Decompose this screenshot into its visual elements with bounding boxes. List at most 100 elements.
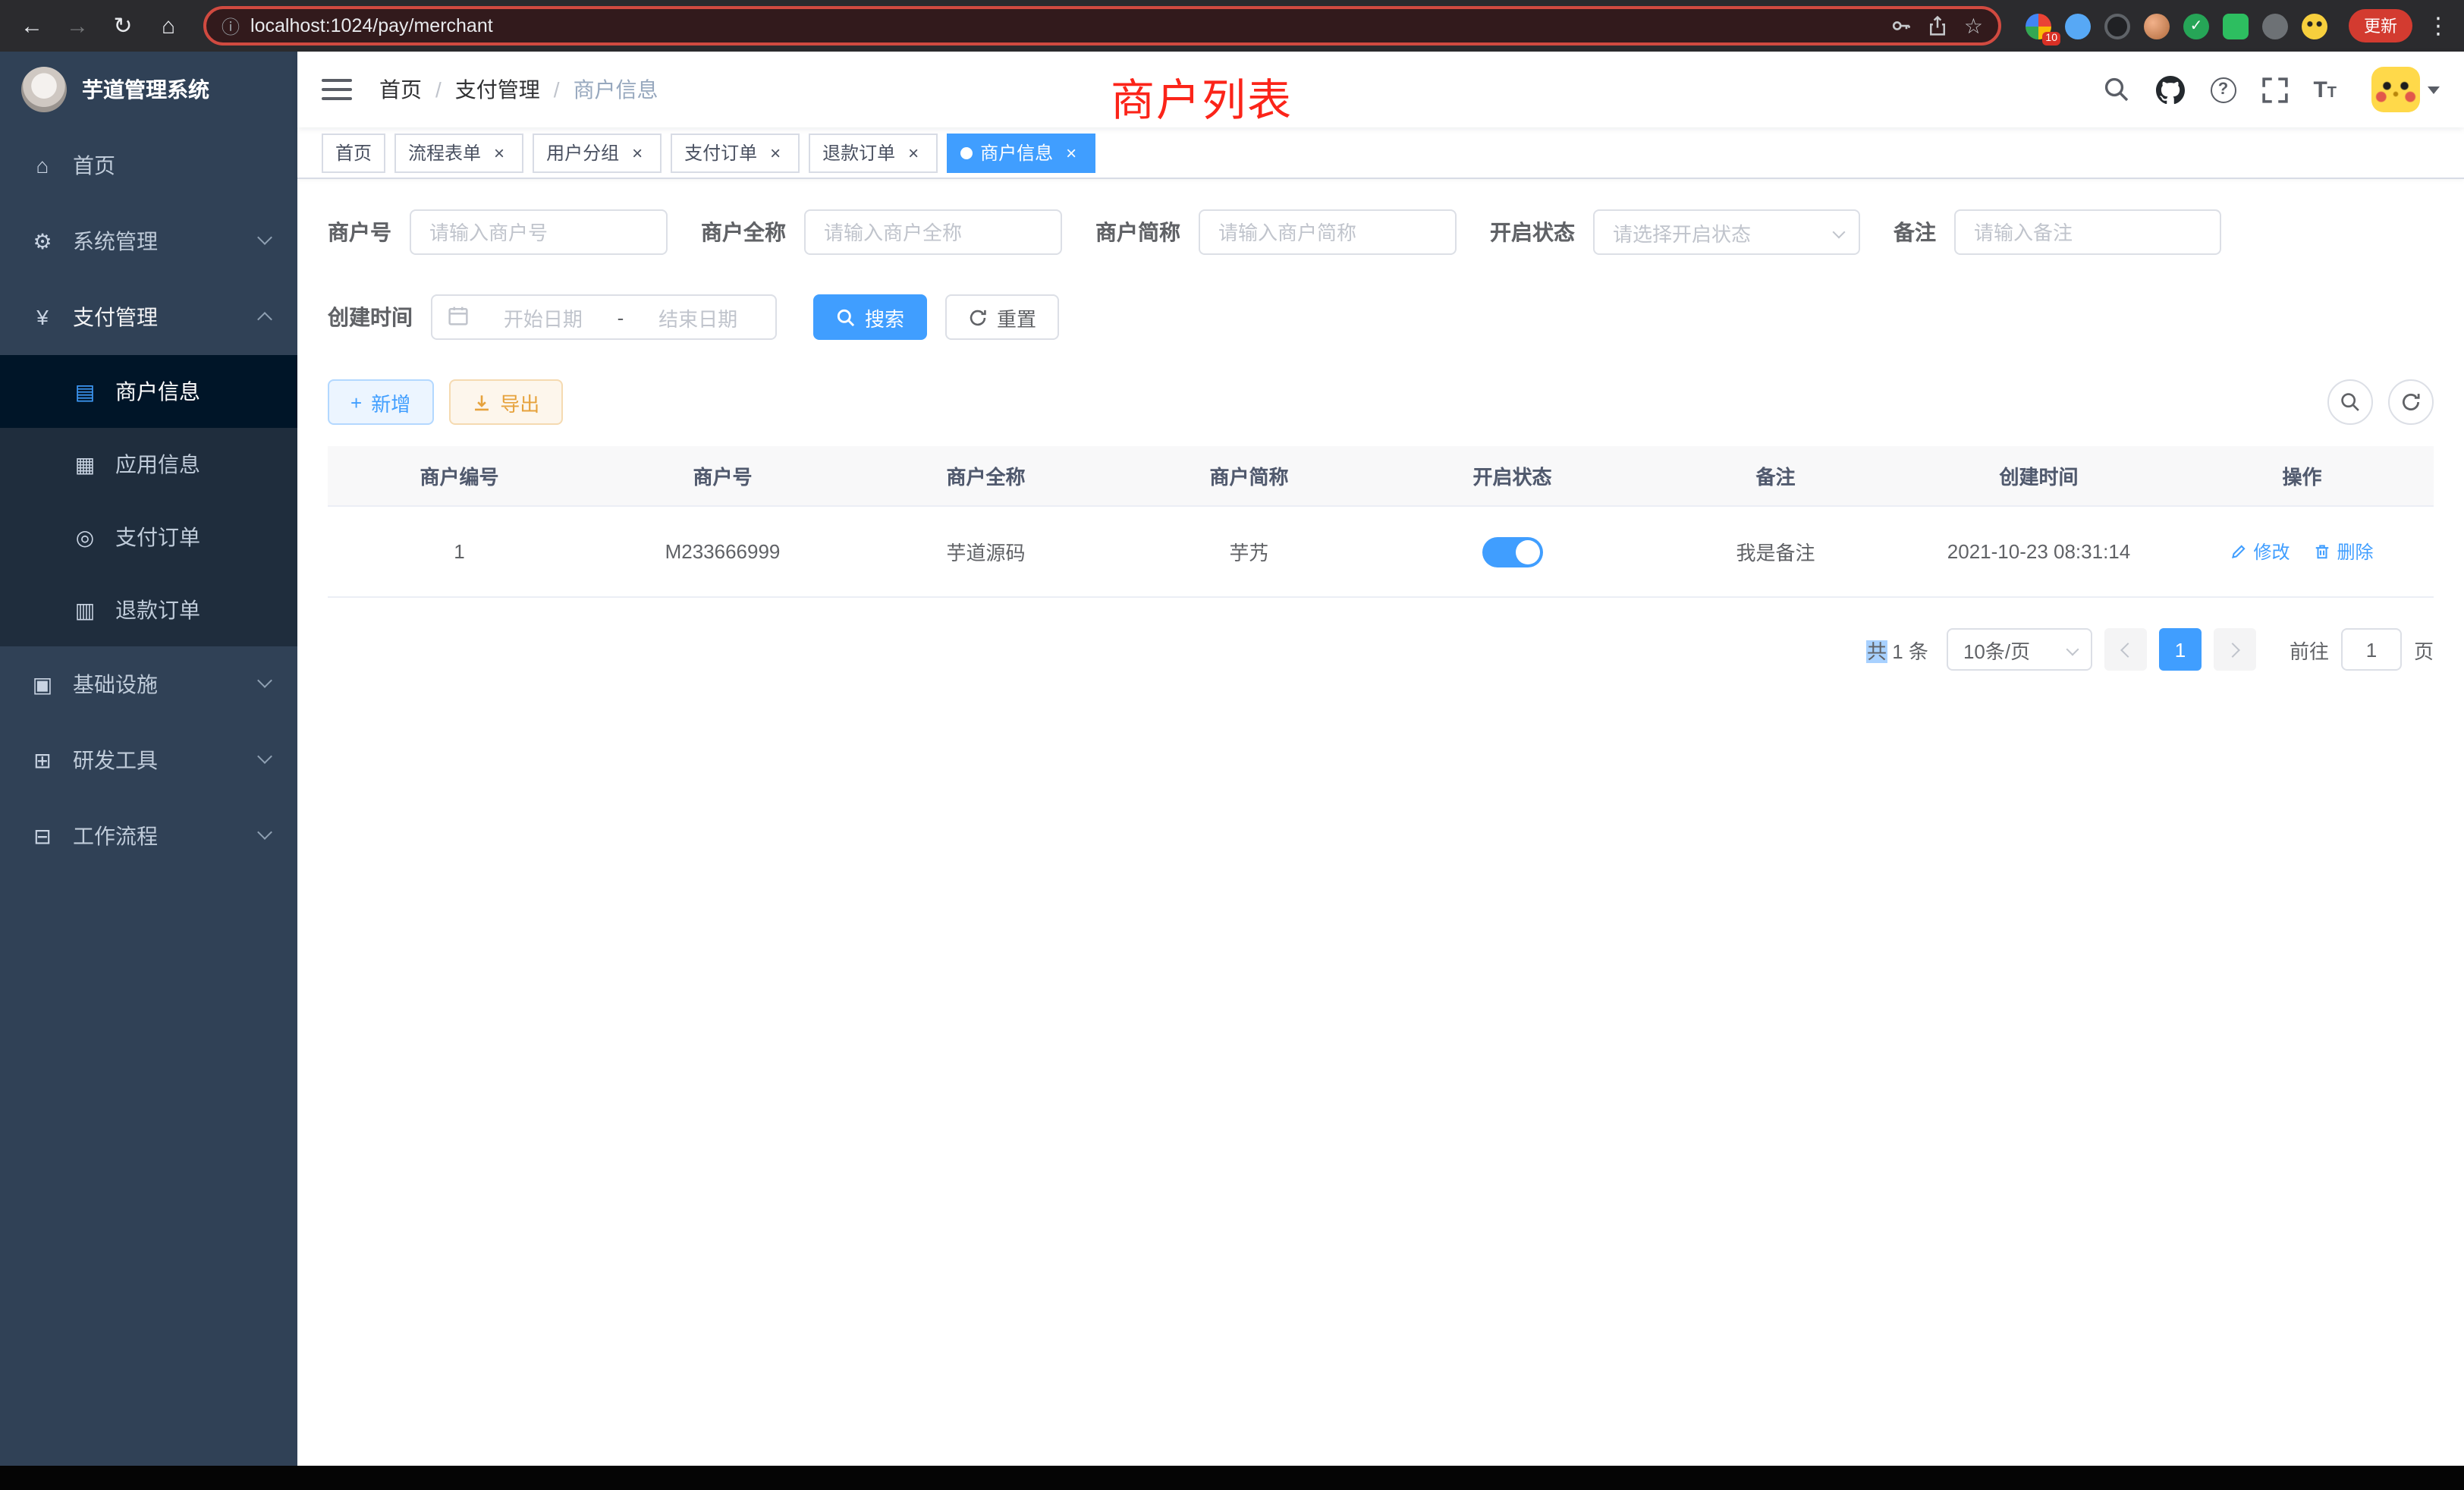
sidebar-item-label: 应用信息 — [115, 449, 200, 479]
prev-page-button[interactable] — [2104, 628, 2147, 671]
cell-create-time: 2021-10-23 08:31:14 — [1907, 540, 2170, 563]
avatar[interactable] — [2371, 67, 2420, 112]
font-size-icon[interactable]: TT — [2313, 78, 2337, 101]
page-unit-label: 页 — [2414, 635, 2434, 664]
browser-home-button[interactable]: ⌂ — [149, 6, 188, 46]
goto-page-input[interactable] — [2341, 628, 2402, 671]
toolbox-icon: ⊞ — [30, 747, 55, 773]
github-icon[interactable] — [2155, 75, 2184, 104]
full-name-label: 商户全称 — [701, 217, 786, 247]
page-size-select[interactable]: 10条/页 — [1947, 628, 2092, 671]
end-date-placeholder: 结束日期 — [636, 303, 760, 332]
sidebar-item-label: 商户信息 — [115, 376, 200, 407]
sidebar-item-dev-tools[interactable]: ⊞ 研发工具 — [0, 722, 297, 798]
close-icon[interactable]: × — [1061, 142, 1082, 163]
plus-icon: + — [350, 391, 362, 413]
tab-pay-order[interactable]: 支付订单 × — [671, 133, 800, 172]
toggle-knob — [1516, 539, 1540, 564]
fullscreen-icon[interactable] — [2261, 77, 2287, 102]
toolbar-right — [2327, 379, 2434, 425]
full-name-input[interactable] — [804, 209, 1062, 255]
status-select[interactable]: 请选择开启状态 — [1593, 209, 1860, 255]
page-number-button[interactable]: 1 — [2159, 628, 2202, 671]
filter-row-2: 创建时间 开始日期 - 结束日期 搜索 — [328, 294, 2434, 340]
chrome-update-button[interactable]: 更新 — [2349, 9, 2412, 42]
site-info-icon[interactable]: ⓘ — [222, 13, 240, 39]
browser-forward-button[interactable]: → — [58, 6, 97, 46]
chevron-down-icon — [257, 230, 272, 245]
edit-link[interactable]: 修改 — [2230, 539, 2290, 564]
breadcrumb-separator: / — [554, 77, 560, 102]
sidebar-toggle-icon[interactable] — [322, 79, 352, 100]
tab-home[interactable]: 首页 — [322, 133, 385, 172]
extension-icon-pinwheel[interactable] — [2262, 13, 2288, 39]
reset-button[interactable]: 重置 — [945, 294, 1059, 340]
sidebar-logo[interactable]: 芋道管理系统 — [0, 52, 297, 127]
short-name-input[interactable] — [1199, 209, 1457, 255]
chevron-right-icon — [2225, 642, 2240, 657]
col-merchant-no: 商户号 — [591, 461, 854, 490]
table-row: 1 M233666999 芋道源码 芋艿 我是备注 2021-10-23 08:… — [328, 507, 2434, 598]
create-time-range-picker[interactable]: 开始日期 - 结束日期 — [431, 294, 777, 340]
address-bar[interactable]: ⓘ localhost:1024/pay/merchant ☆ — [203, 6, 2001, 46]
sidebar-item-system[interactable]: ⚙ 系统管理 — [0, 203, 297, 279]
sidebar-item-payment[interactable]: ¥ 支付管理 — [0, 279, 297, 355]
share-icon[interactable] — [1928, 15, 1949, 36]
col-actions: 操作 — [2170, 461, 2434, 490]
merchant-no-input[interactable] — [410, 209, 668, 255]
sidebar-item-infrastructure[interactable]: ▣ 基础设施 — [0, 646, 297, 722]
sidebar-item-refund-order[interactable]: ▥ 退款订单 — [0, 574, 297, 646]
close-icon[interactable]: × — [903, 142, 924, 163]
extension-icon-blue[interactable] — [2065, 13, 2091, 39]
next-page-button[interactable] — [2214, 628, 2256, 671]
extension-icon-colorful[interactable]: 10 — [2026, 13, 2051, 39]
close-icon[interactable]: × — [489, 142, 510, 163]
sidebar-item-app-info[interactable]: ▦ 应用信息 — [0, 428, 297, 501]
sidebar-item-workflow[interactable]: ⊟ 工作流程 — [0, 798, 297, 874]
tab-label: 退款订单 — [822, 140, 895, 165]
key-icon[interactable] — [1891, 15, 1912, 36]
tab-merchant-info[interactable]: 商户信息 × — [947, 133, 1095, 172]
help-icon[interactable]: ? — [2210, 77, 2236, 102]
refresh-button[interactable] — [2388, 379, 2434, 425]
page-size-value: 10条/页 — [1963, 635, 2030, 664]
add-button[interactable]: + 新增 — [328, 379, 433, 425]
toggle-search-button[interactable] — [2327, 379, 2373, 425]
browser-menu-icon[interactable]: ⋮ — [2425, 12, 2452, 39]
tab-process-form[interactable]: 流程表单 × — [394, 133, 523, 172]
sidebar-item-pay-order[interactable]: ◎ 支付订单 — [0, 501, 297, 574]
delete-link[interactable]: 删除 — [2315, 539, 2374, 564]
search-icon[interactable] — [2102, 76, 2129, 103]
page-content: 商户号 商户全称 商户简称 开启状态 请选择开启状态 — [297, 179, 2464, 671]
date-separator: - — [618, 306, 624, 328]
status-label: 开启状态 — [1490, 217, 1575, 247]
breadcrumb-payment[interactable]: 支付管理 — [455, 74, 540, 105]
bookmark-star-icon[interactable]: ☆ — [1964, 13, 1983, 39]
extension-icon-smiley[interactable] — [2302, 13, 2327, 39]
breadcrumb-home[interactable]: 首页 — [379, 74, 422, 105]
extension-icon-avatar[interactable] — [2144, 13, 2170, 39]
browser-reload-button[interactable]: ↻ — [103, 6, 143, 46]
col-create-time: 创建时间 — [1907, 461, 2170, 490]
extensions-strip: 10 ✓ — [2016, 13, 2337, 39]
search-button[interactable]: 搜索 — [813, 294, 927, 340]
sidebar-item-label: 首页 — [73, 150, 115, 181]
sidebar-item-home[interactable]: ⌂ 首页 — [0, 127, 297, 203]
sidebar-item-merchant-info[interactable]: ▤ 商户信息 — [0, 355, 297, 428]
browser-back-button[interactable]: ← — [12, 6, 52, 46]
tab-user-group[interactable]: 用户分组 × — [533, 133, 662, 172]
extension-icon-dark[interactable] — [2104, 13, 2130, 39]
status-toggle[interactable] — [1482, 536, 1543, 567]
extension-icon-green-circle[interactable]: ✓ — [2183, 13, 2209, 39]
extension-icon-green-square[interactable] — [2223, 13, 2249, 39]
close-icon[interactable]: × — [765, 142, 786, 163]
user-menu[interactable] — [2371, 67, 2440, 112]
close-icon[interactable]: × — [627, 142, 648, 163]
edit-link-label: 修改 — [2253, 539, 2290, 564]
remark-input[interactable] — [1954, 209, 2221, 255]
caret-down-icon — [2428, 86, 2440, 93]
search-button-label: 搜索 — [865, 303, 904, 332]
cell-remark: 我是备注 — [1644, 537, 1907, 566]
export-button[interactable]: 导出 — [448, 379, 562, 425]
tab-refund-order[interactable]: 退款订单 × — [809, 133, 938, 172]
